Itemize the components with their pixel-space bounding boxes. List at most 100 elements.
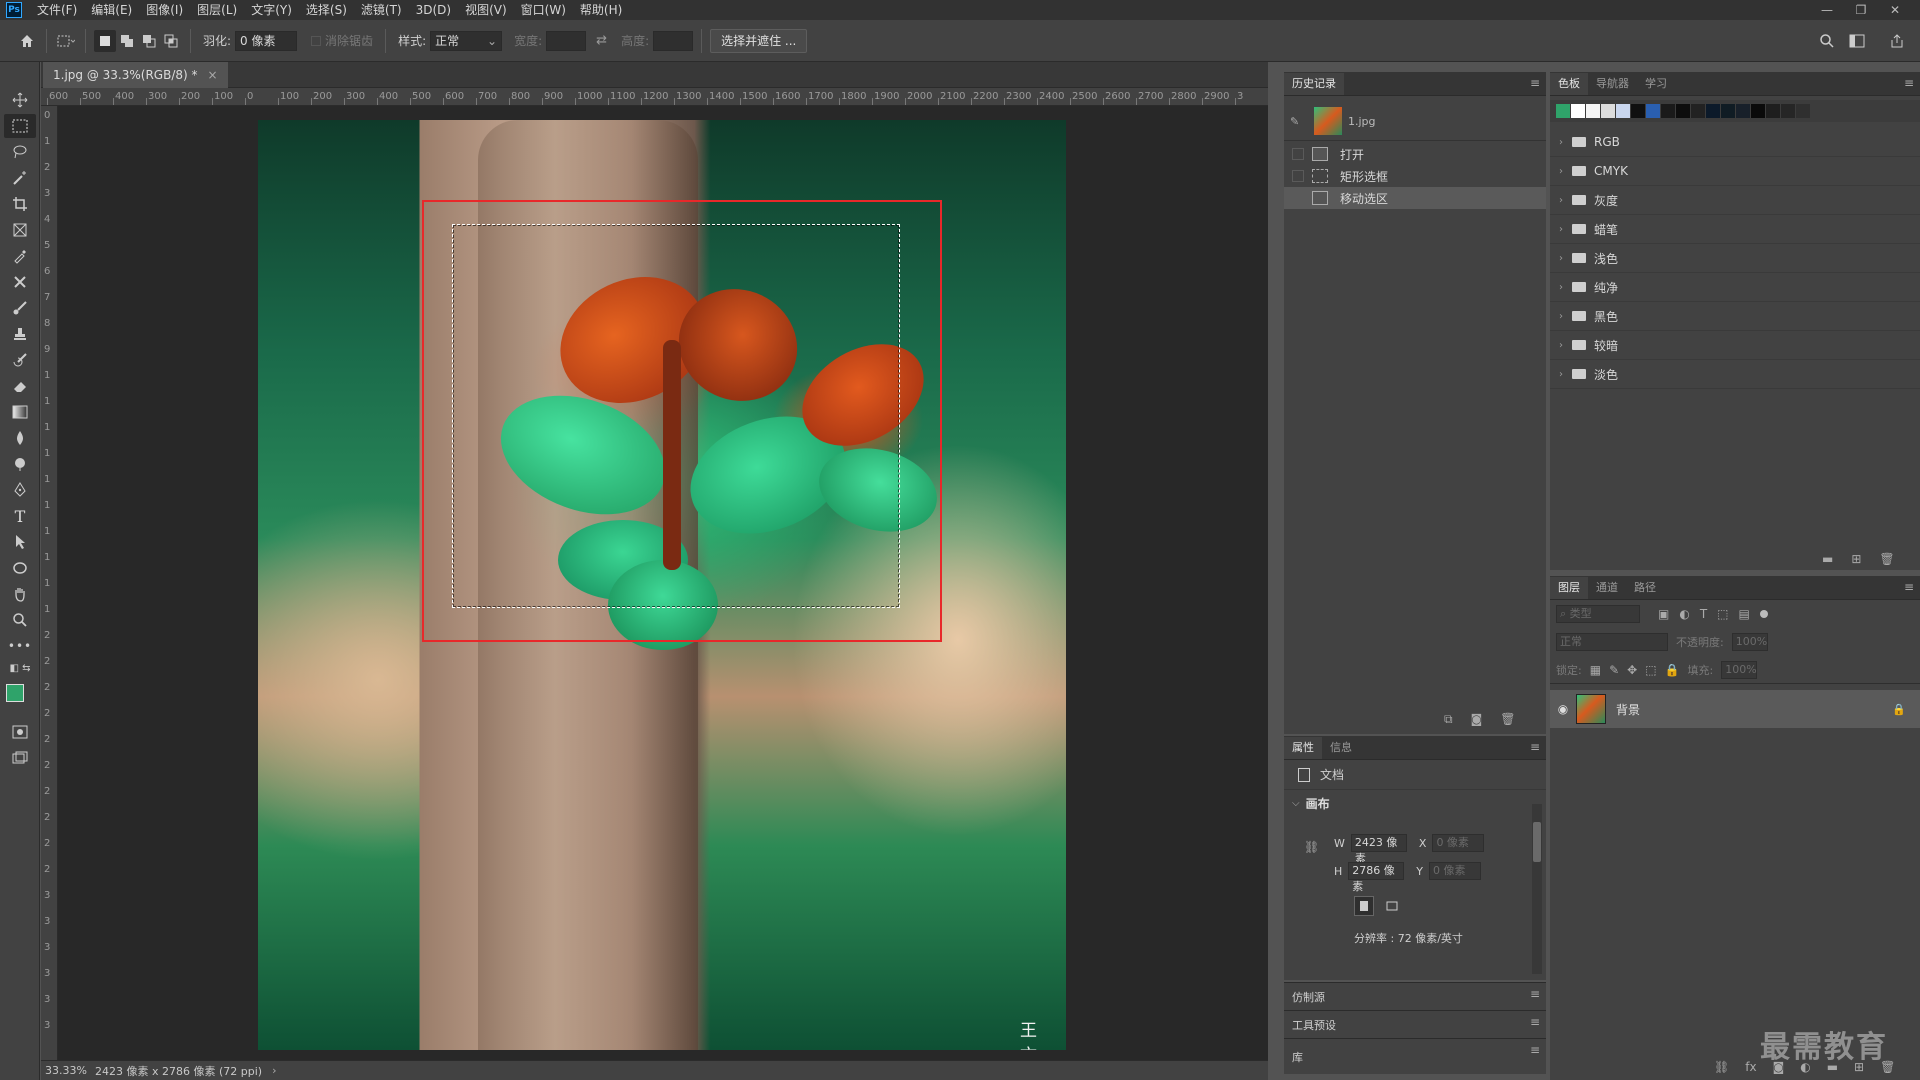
restore-icon[interactable]: ❐ xyxy=(1846,0,1876,20)
layer-style-fx-icon[interactable]: fx xyxy=(1745,1060,1756,1074)
canvas-area[interactable]: 王文王君 xyxy=(58,106,1268,1060)
filter-adjustment-icon[interactable]: ◐ xyxy=(1679,607,1689,621)
history-source-checkbox[interactable] xyxy=(1292,192,1304,204)
frame-tool-icon[interactable] xyxy=(4,218,36,242)
workspace-icon[interactable] xyxy=(1846,30,1868,52)
tab-history[interactable]: 历史记录 xyxy=(1284,73,1344,95)
chevron-right-icon[interactable]: › xyxy=(1554,166,1568,177)
minimize-icon[interactable]: — xyxy=(1812,0,1842,20)
lock-artboard-icon[interactable]: ⬚ xyxy=(1645,663,1656,677)
chevron-right-icon[interactable]: › xyxy=(1554,311,1568,322)
filter-pixel-icon[interactable]: ▣ xyxy=(1658,607,1669,621)
type-tool-icon[interactable]: T xyxy=(4,504,36,528)
feather-input[interactable]: 0 像素 xyxy=(235,30,298,51)
history-snapshot[interactable]: ✎ 1.jpg xyxy=(1284,102,1546,140)
color-swatch[interactable] xyxy=(1796,104,1810,118)
panel-menu-icon[interactable]: ≡ xyxy=(1530,987,1540,1001)
swatch-folder[interactable]: › 蜡笔 xyxy=(1550,215,1920,244)
color-swatch[interactable] xyxy=(1721,104,1735,118)
opacity-input[interactable]: 100% xyxy=(1731,633,1768,651)
gradient-tool-icon[interactable] xyxy=(4,400,36,424)
menu-filter[interactable]: 滤镜(T) xyxy=(354,0,409,20)
menu-window[interactable]: 窗口(W) xyxy=(514,0,573,20)
swap-icon[interactable]: ⇄ xyxy=(596,33,607,48)
chevron-right-icon[interactable]: › xyxy=(1554,195,1568,206)
quick-mask-icon[interactable] xyxy=(4,720,36,744)
color-swatch[interactable] xyxy=(1601,104,1615,118)
new-document-from-state-icon[interactable]: ⧉ xyxy=(1444,712,1453,727)
vertical-ruler[interactable]: 0 1 2 3 4 5 6 7 8 9 1 1 1 1 1 1 1 1 1 1 2 2 2 2 2 2 2 2 2 2 3 3 3 3 3 3 xyxy=(41,106,58,1060)
clone-source-panel[interactable]: 仿制源 ≡ xyxy=(1284,982,1546,1010)
hand-tool-icon[interactable] xyxy=(4,582,36,606)
horizontal-ruler[interactable]: 600 500 400 300 200 100 0 100 200 300 400 500 600 700… xyxy=(41,88,1268,106)
magic-wand-icon[interactable] xyxy=(4,166,36,190)
swap-colors-icon[interactable]: ◧ ⇆ xyxy=(4,660,36,676)
eye-visibility-icon[interactable]: ◉ xyxy=(1550,702,1576,716)
style-select[interactable]: 正常 ⌄ xyxy=(430,30,503,51)
landscape-orientation-icon[interactable] xyxy=(1382,896,1402,916)
subtract-selection-icon[interactable] xyxy=(138,30,160,52)
swatch-folder[interactable]: › 浅色 xyxy=(1550,244,1920,273)
select-and-mask-button[interactable]: 选择并遮住 ... xyxy=(710,28,808,53)
clone-stamp-icon[interactable] xyxy=(4,322,36,346)
zoom-level[interactable]: 33.33% xyxy=(41,1064,87,1077)
chevron-right-icon[interactable]: › xyxy=(1554,340,1568,351)
move-tool-icon[interactable] xyxy=(4,88,36,112)
panel-menu-icon[interactable]: ≡ xyxy=(1530,740,1540,754)
color-swatch[interactable] xyxy=(1706,104,1720,118)
panel-menu-icon[interactable]: ≡ xyxy=(1530,1015,1540,1029)
history-source-checkbox[interactable] xyxy=(1292,170,1304,182)
menu-file[interactable]: 文件(F) xyxy=(30,0,84,20)
history-item[interactable]: 打开 xyxy=(1284,143,1546,165)
color-swatch[interactable] xyxy=(1586,104,1600,118)
color-swatch[interactable] xyxy=(1556,104,1570,118)
menu-edit[interactable]: 编辑(E) xyxy=(84,0,139,20)
tab-channels[interactable]: 通道 xyxy=(1588,577,1626,599)
canvas-height-input[interactable]: 2786 像素 xyxy=(1348,862,1405,893)
layer-name[interactable]: 背景 xyxy=(1616,701,1640,718)
canvas-section-header[interactable]: ⌵ 画布 xyxy=(1284,790,1546,816)
add-selection-icon[interactable] xyxy=(116,30,138,52)
menu-select[interactable]: 选择(S) xyxy=(299,0,354,20)
history-item[interactable]: 移动选区 xyxy=(1284,187,1546,209)
color-swatch[interactable] xyxy=(1616,104,1630,118)
link-layers-icon[interactable]: ⛓ xyxy=(1714,1060,1729,1074)
chevron-right-icon[interactable]: › xyxy=(1554,369,1568,380)
tab-paths[interactable]: 路径 xyxy=(1626,577,1664,599)
swatch-folder[interactable]: › 纯净 xyxy=(1550,273,1920,302)
lock-image-icon[interactable]: ✎ xyxy=(1609,663,1619,677)
swatch-folder[interactable]: › 淡色 xyxy=(1550,360,1920,389)
new-selection-icon[interactable] xyxy=(94,29,116,52)
layer-row[interactable]: ◉ 背景 🔒 xyxy=(1550,690,1920,728)
blend-mode-select[interactable]: 正常 xyxy=(1556,633,1668,651)
color-swatch[interactable] xyxy=(1736,104,1750,118)
marquee-tool-icon[interactable] xyxy=(4,114,36,138)
lasso-tool-icon[interactable] xyxy=(4,140,36,164)
intersect-selection-icon[interactable] xyxy=(160,30,182,52)
color-swatch[interactable] xyxy=(1781,104,1795,118)
tab-navigator[interactable]: 导航器 xyxy=(1588,73,1637,95)
menu-layer[interactable]: 图层(L) xyxy=(190,0,244,20)
swatch-folder[interactable]: › 较暗 xyxy=(1550,331,1920,360)
ellipse-tool-icon[interactable] xyxy=(4,556,36,580)
eyedropper-icon[interactable] xyxy=(4,244,36,268)
history-brush-source-icon[interactable]: ✎ xyxy=(1290,115,1308,128)
properties-scrollbar[interactable] xyxy=(1532,804,1542,974)
height-input[interactable] xyxy=(653,30,694,51)
tab-layers[interactable]: 图层 xyxy=(1550,577,1588,599)
close-window-icon[interactable]: ✕ xyxy=(1880,0,1910,20)
color-swatch[interactable] xyxy=(1691,104,1705,118)
color-swatch[interactable] xyxy=(1676,104,1690,118)
swatch-folder[interactable]: › CMYK xyxy=(1550,157,1920,186)
panel-menu-icon[interactable]: ≡ xyxy=(1904,76,1914,90)
menu-view[interactable]: 视图(V) xyxy=(458,0,514,20)
screen-mode-icon[interactable] xyxy=(4,746,36,770)
color-swatch[interactable] xyxy=(1661,104,1675,118)
home-icon[interactable] xyxy=(16,30,38,52)
libraries-panel[interactable]: 库 ≡ xyxy=(1284,1038,1546,1074)
fill-input[interactable]: 100% xyxy=(1721,660,1758,679)
portrait-orientation-icon[interactable] xyxy=(1354,896,1374,916)
chevron-right-icon[interactable]: › xyxy=(1554,282,1568,293)
zoom-tool-icon[interactable] xyxy=(4,608,36,632)
swatch-folder[interactable]: › 黑色 xyxy=(1550,302,1920,331)
